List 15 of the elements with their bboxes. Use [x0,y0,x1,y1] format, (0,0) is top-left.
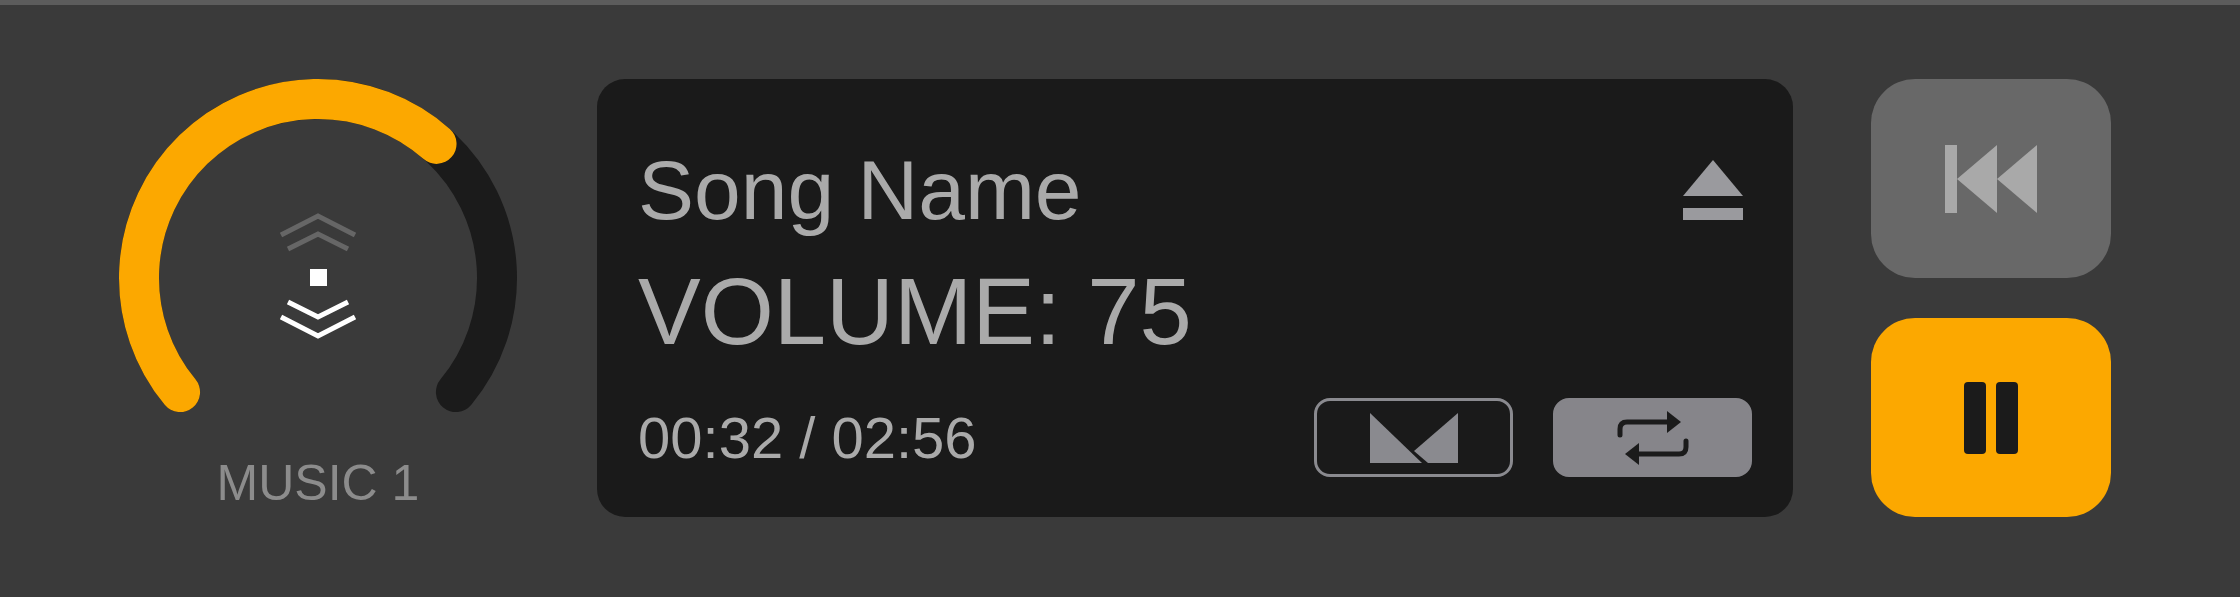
repeat-button[interactable] [1553,398,1752,477]
pause-button[interactable] [1871,318,2111,517]
mirror-triangles-icon [1369,412,1458,463]
mirror-button[interactable] [1314,398,1513,477]
volume-readout: VOLUME: 75 [638,265,1192,359]
rewind-button[interactable] [1871,79,2111,278]
channel-label: MUSIC 1 [216,458,420,508]
pause-icon [1964,381,2018,454]
time-readout: 00:32 / 02:56 [638,408,977,467]
eject-icon[interactable] [1683,160,1743,220]
rewind-icon [1945,144,2037,213]
chevrons-down-icon [279,299,357,339]
knob-level[interactable] [119,79,457,413]
chevrons-up-icon [279,213,357,252]
repeat-icon [1616,408,1689,467]
